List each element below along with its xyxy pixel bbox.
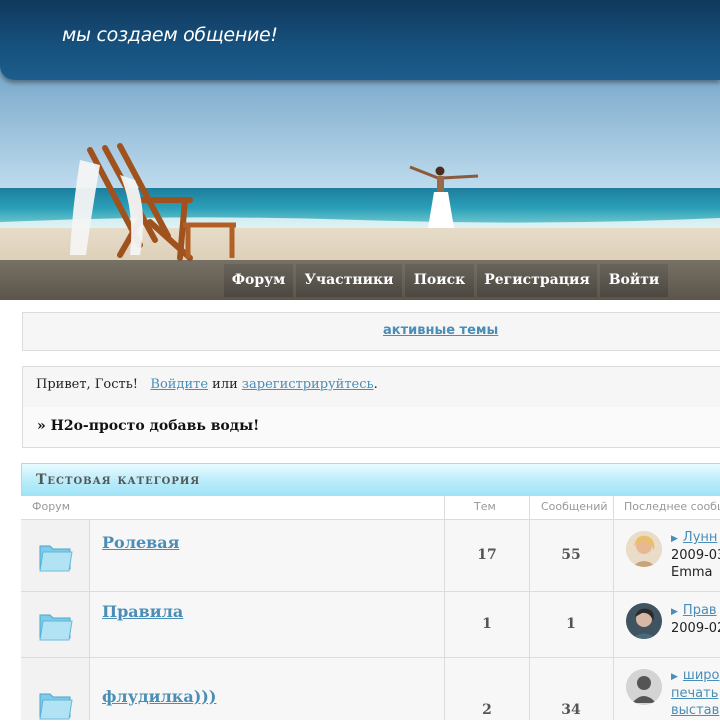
- last-post-link-line3[interactable]: выстав: [671, 703, 719, 718]
- category-header: Тестовая категория: [21, 463, 720, 497]
- avatar[interactable]: [626, 669, 662, 705]
- greeting-panel: Привет, Гость! Войдите или зарегистрируй…: [22, 366, 720, 448]
- folder-icon: [39, 614, 73, 641]
- column-divider: [613, 496, 614, 720]
- col-posts: Сообщений: [541, 500, 608, 513]
- header-top-bar: мы создаем общение!: [0, 0, 720, 80]
- last-post-user[interactable]: Emma: [671, 565, 713, 580]
- last-post-date: 2009-02: [671, 621, 720, 636]
- announcement-strip: » H2o-просто добавь воды!: [23, 407, 720, 447]
- topic-count: 2: [482, 702, 492, 718]
- login-link[interactable]: Войдите: [150, 377, 208, 392]
- folder-icon: [39, 545, 73, 572]
- site-tagline: мы создаем общение!: [62, 24, 278, 46]
- active-topics-link[interactable]: активные темы: [383, 323, 498, 338]
- post-count: 55: [561, 547, 581, 563]
- last-post-link-line2[interactable]: печать: [671, 686, 718, 701]
- nav-register[interactable]: Регистрация: [477, 264, 597, 297]
- site-header: мы создаем общение!: [0, 0, 720, 300]
- nav-login[interactable]: Войти: [600, 264, 668, 297]
- column-divider: [444, 496, 445, 720]
- arrow-right-icon: ▶: [671, 672, 678, 682]
- category-title[interactable]: Тестовая категория: [36, 472, 200, 488]
- last-post-link[interactable]: ▶ широ: [671, 668, 719, 683]
- greeting-text: Привет, Гость!: [36, 377, 139, 392]
- arrow-right-icon: ▶: [671, 607, 678, 617]
- avatar[interactable]: [626, 531, 662, 567]
- arrow-right-icon: ▶: [671, 534, 678, 544]
- last-post-date: 2009-03: [671, 548, 720, 563]
- announcement-text: » H2o-просто добавь воды!: [37, 418, 260, 434]
- post-count: 1: [566, 616, 576, 632]
- forum-row: Ролевая 17 55 ▶ Лунн 2009-03 Emma: [21, 520, 720, 592]
- col-topics: Тем: [474, 500, 496, 513]
- nav-members[interactable]: Участники: [296, 264, 402, 297]
- greeting-line: Привет, Гость! Войдите или зарегистрируй…: [36, 377, 378, 392]
- forum-icon-cell: [21, 658, 89, 720]
- topic-count: 1: [482, 616, 492, 632]
- last-post-link[interactable]: ▶ Лунн: [671, 530, 717, 545]
- register-link[interactable]: зарегистрируйтесь: [242, 377, 374, 392]
- topic-count: 17: [477, 547, 497, 563]
- nav-search[interactable]: Поиск: [405, 264, 474, 297]
- forum-icon-cell: [21, 592, 89, 657]
- forum-column-headers: Форум Тем Сообщений Последнее сообщ: [21, 496, 720, 520]
- active-topics-panel: активные темы: [22, 312, 720, 351]
- forum-row: Правила 1 1 ▶ Прав 2009-02: [21, 592, 720, 658]
- folder-icon: [39, 693, 73, 720]
- last-post-link[interactable]: ▶ Прав: [671, 603, 717, 618]
- greeting-period: .: [373, 377, 378, 392]
- column-divider: [529, 496, 530, 720]
- nav-forum[interactable]: Форум: [224, 264, 293, 297]
- forum-title-link[interactable]: Ролевая: [102, 533, 179, 552]
- column-divider: [89, 520, 90, 720]
- forum-icon-cell: [21, 520, 89, 591]
- avatar[interactable]: [626, 603, 662, 639]
- forum-title-link[interactable]: Правила: [102, 602, 183, 621]
- forum-row: флудилка))) 2 34 ▶ широ печать выстав: [21, 658, 720, 720]
- post-count: 34: [561, 702, 581, 718]
- col-last-post: Последнее сообщ: [624, 500, 720, 513]
- col-forum: Форум: [32, 500, 70, 513]
- greeting-or: или: [212, 377, 238, 392]
- forum-title-link[interactable]: флудилка))): [102, 687, 216, 706]
